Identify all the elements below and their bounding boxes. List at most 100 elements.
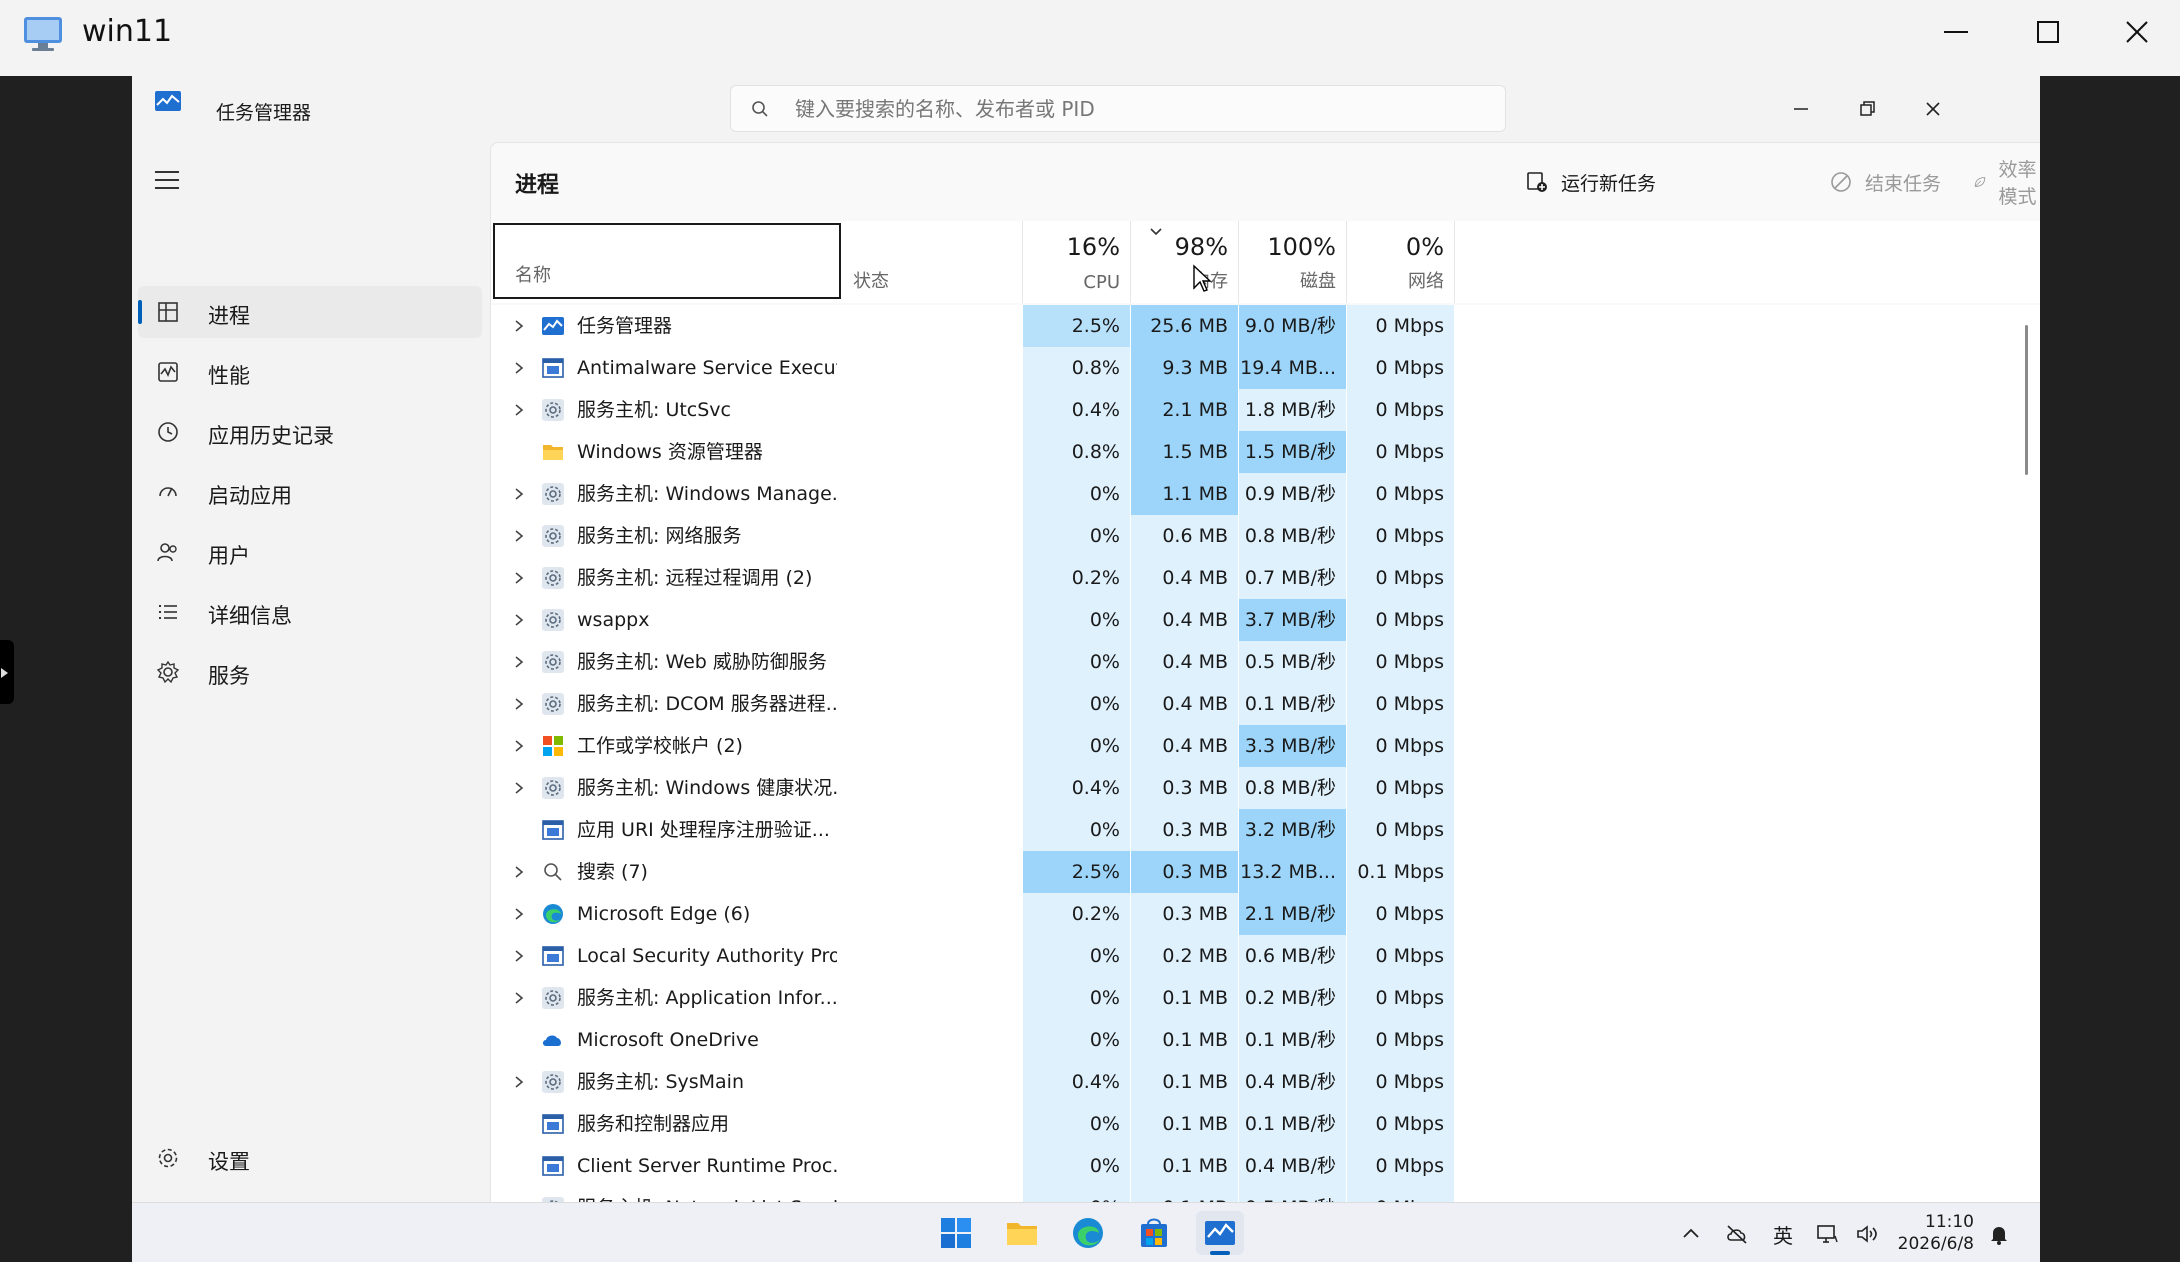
cell-disk: 0.5 MB/秒	[1239, 641, 1347, 683]
speaker-icon	[1857, 1225, 1877, 1243]
clock-date: 2026/6/8	[1897, 1234, 1974, 1254]
table-row[interactable]: Antimalware Service Execut... 0.8% 9.3 MB 1…	[491, 347, 2021, 389]
column-percent: 0%	[1405, 233, 1444, 261]
sidebar-item-performance[interactable]: 性能	[138, 346, 482, 398]
taskbar-start-button[interactable]	[932, 1211, 980, 1255]
chevron-right-icon[interactable]	[513, 1075, 525, 1089]
tm-minimize-button[interactable]	[1768, 88, 1834, 130]
table-row[interactable]: Microsoft Edge (6) 0.2% 0.3 MB 2.1 MB/秒 0 Mb…	[491, 893, 2021, 935]
cell-disk: 0.4 MB/秒	[1239, 1145, 1347, 1187]
cell-mem: 0.3 MB	[1131, 851, 1239, 893]
run-new-task-label: 运行新任务	[1561, 172, 1657, 195]
details-icon	[159, 605, 177, 619]
table-row[interactable]: 服务主机: Windows Manage... 0% 1.1 MB 0.9 MB/秒 0…	[491, 473, 2021, 515]
chevron-right-icon[interactable]	[513, 865, 525, 879]
column-header-status[interactable]: 状态	[843, 221, 1023, 303]
table-row[interactable]: Microsoft OneDrive 0% 0.1 MB 0.1 MB/秒 0 Mbps	[491, 1019, 2021, 1061]
cell-net: 0 Mbps	[1347, 389, 1455, 431]
table-row[interactable]: 任务管理器 2.5% 25.6 MB 9.0 MB/秒 0 Mbps	[491, 305, 2021, 347]
cell-disk: 0.4 MB/秒	[1239, 1061, 1347, 1103]
tm-restore-button[interactable]	[1834, 88, 1900, 130]
column-header-network[interactable]: 0% 网络	[1347, 221, 1455, 303]
cell-cpu: 0.2%	[1023, 893, 1131, 935]
sidebar-item-details[interactable]: 详细信息	[138, 586, 482, 638]
vertical-scrollbar[interactable]	[2017, 305, 2035, 1202]
app-title: 任务管理器	[216, 102, 312, 124]
msaccount-icon	[543, 736, 563, 756]
table-row[interactable]: 服务主机: Web 威胁防御服务 0% 0.4 MB 0.5 MB/秒 0 Mbps	[491, 641, 2021, 683]
tray-onedrive[interactable]	[1722, 1219, 1752, 1249]
process-name: Antimalware Service Execut...	[577, 357, 837, 379]
chevron-right-icon[interactable]	[513, 487, 525, 501]
column-header-disk[interactable]: 100% 磁盘	[1239, 221, 1347, 303]
column-header-name[interactable]: 名称	[493, 223, 841, 299]
table-row[interactable]: Local Security Authority Pro... 0% 0.2 MB 0…	[491, 935, 2021, 977]
taskbar-store[interactable]	[1130, 1211, 1178, 1255]
tm-close-button[interactable]	[1900, 88, 1966, 130]
tray-volume[interactable]	[1852, 1219, 1882, 1249]
taskbar-task-manager[interactable]	[1196, 1211, 1244, 1255]
chevron-right-icon[interactable]	[513, 907, 525, 921]
chevron-right-icon[interactable]	[513, 949, 525, 963]
chevron-right-icon[interactable]	[513, 613, 525, 627]
gear-icon	[542, 525, 564, 547]
table-row[interactable]: 搜索 (7) 2.5% 0.3 MB 13.2 MB... 0.1 Mbps	[491, 851, 2021, 893]
tray-network[interactable]	[1812, 1219, 1842, 1249]
table-row[interactable]: 服务主机: SysMain 0.4% 0.1 MB 0.4 MB/秒 0 Mbps	[491, 1061, 2021, 1103]
sidebar-item-services[interactable]: 服务	[138, 646, 482, 698]
tray-ime-language[interactable]: 英	[1768, 1219, 1798, 1249]
cell-net: 0 Mbps	[1347, 1103, 1455, 1145]
hamburger-menu-icon[interactable]	[154, 170, 180, 190]
table-row[interactable]: 应用 URI 处理程序注册验证... 0% 0.3 MB 3.2 MB/秒 0 Mbps	[491, 809, 2021, 851]
sidebar-item-users[interactable]: 用户	[138, 526, 482, 578]
table-row[interactable]: 服务主机: 网络服务 0% 0.6 MB 0.8 MB/秒 0 Mbps	[491, 515, 2021, 557]
taskbar-edge[interactable]	[1064, 1211, 1112, 1255]
chevron-right-icon[interactable]	[513, 781, 525, 795]
table-row[interactable]: 服务主机: Application Infor... 0% 0.1 MB 0.2 MB…	[491, 977, 2021, 1019]
chevron-right-icon[interactable]	[513, 319, 525, 333]
vm-minimize-button[interactable]	[1910, 0, 2002, 64]
chevron-right-icon[interactable]	[513, 403, 525, 417]
run-new-task-button[interactable]: 运行新任务	[1525, 163, 1656, 201]
cell-cpu: 0%	[1023, 977, 1131, 1019]
chevron-right-icon[interactable]	[513, 739, 525, 753]
table-row[interactable]: 服务主机: 远程过程调用 (2) 0.2% 0.4 MB 0.7 MB/秒 0 Mbps	[491, 557, 2021, 599]
chevron-right-icon[interactable]	[513, 697, 525, 711]
chevron-right-icon[interactable]	[513, 529, 525, 543]
table-row[interactable]: 服务主机: UtcSvc 0.4% 2.1 MB 1.8 MB/秒 0 Mbps	[491, 389, 2021, 431]
table-row[interactable]: 服务主机: Network List Servi... 0%0.1 MB0.5 M…	[491, 1187, 2021, 1202]
taskbar-clock[interactable]: 11:10 2026/6/8	[1894, 1211, 1974, 1255]
table-row[interactable]: wsappx 0% 0.4 MB 3.7 MB/秒 0 Mbps	[491, 599, 2021, 641]
cell-disk: 0.8 MB/秒	[1239, 515, 1347, 557]
sidebar-item-settings[interactable]: 设置	[138, 1132, 482, 1184]
search-input[interactable]	[795, 86, 1485, 131]
chevron-right-icon[interactable]	[513, 991, 525, 1005]
sidebar-item-processes[interactable]: 进程	[138, 286, 482, 338]
column-header-memory[interactable]: 98% 内存	[1131, 221, 1239, 303]
tray-notifications[interactable]	[1984, 1219, 2014, 1249]
sidebar-item-startup[interactable]: 启动应用	[138, 466, 482, 518]
chevron-right-icon[interactable]	[513, 571, 525, 585]
table-row[interactable]: Client Server Runtime Proc... 0% 0.1 MB 0.4…	[491, 1145, 2021, 1187]
table-row[interactable]: 服务主机: Windows 健康状况... 0.4% 0.3 MB 0.8 MB/秒 0…	[491, 767, 2021, 809]
scrollbar-thumb[interactable]	[2025, 325, 2028, 475]
sidebar-item-label: 详细信息	[208, 604, 292, 628]
table-row[interactable]: Windows 资源管理器 0.8% 1.5 MB 1.5 MB/秒 0 Mbps	[491, 431, 2021, 473]
vm-close-button[interactable]	[2094, 0, 2180, 64]
table-row[interactable]: 工作或学校帐户 (2) 0% 0.4 MB 3.3 MB/秒 0 Mbps	[491, 725, 2021, 767]
end-task-button[interactable]: 结束任务	[1829, 163, 1941, 201]
sidebar-item-app-history[interactable]: 应用历史记录	[138, 406, 482, 458]
taskbar-file-explorer[interactable]	[998, 1211, 1046, 1255]
table-row[interactable]: 服务和控制器应用 0% 0.1 MB 0.1 MB/秒 0 Mbps	[491, 1103, 2021, 1145]
chevron-right-icon[interactable]	[513, 361, 525, 375]
vm-maximize-button[interactable]	[2002, 0, 2094, 64]
process-name: 工作或学校帐户 (2)	[577, 735, 743, 757]
table-row[interactable]: 服务主机: DCOM 服务器进程... 0% 0.4 MB 0.1 MB/秒 0 Mbp…	[491, 683, 2021, 725]
column-header-cpu[interactable]: 16% CPU	[1023, 221, 1131, 303]
chevron-right-icon[interactable]	[513, 655, 525, 669]
vm-side-handle[interactable]	[0, 640, 14, 704]
search-box[interactable]	[730, 85, 1506, 132]
efficiency-mode-button[interactable]: 效率模式	[1973, 159, 2040, 208]
taskbar: 英 11:10 2026/6/8	[132, 1202, 2040, 1262]
tray-overflow-button[interactable]	[1676, 1219, 1706, 1249]
